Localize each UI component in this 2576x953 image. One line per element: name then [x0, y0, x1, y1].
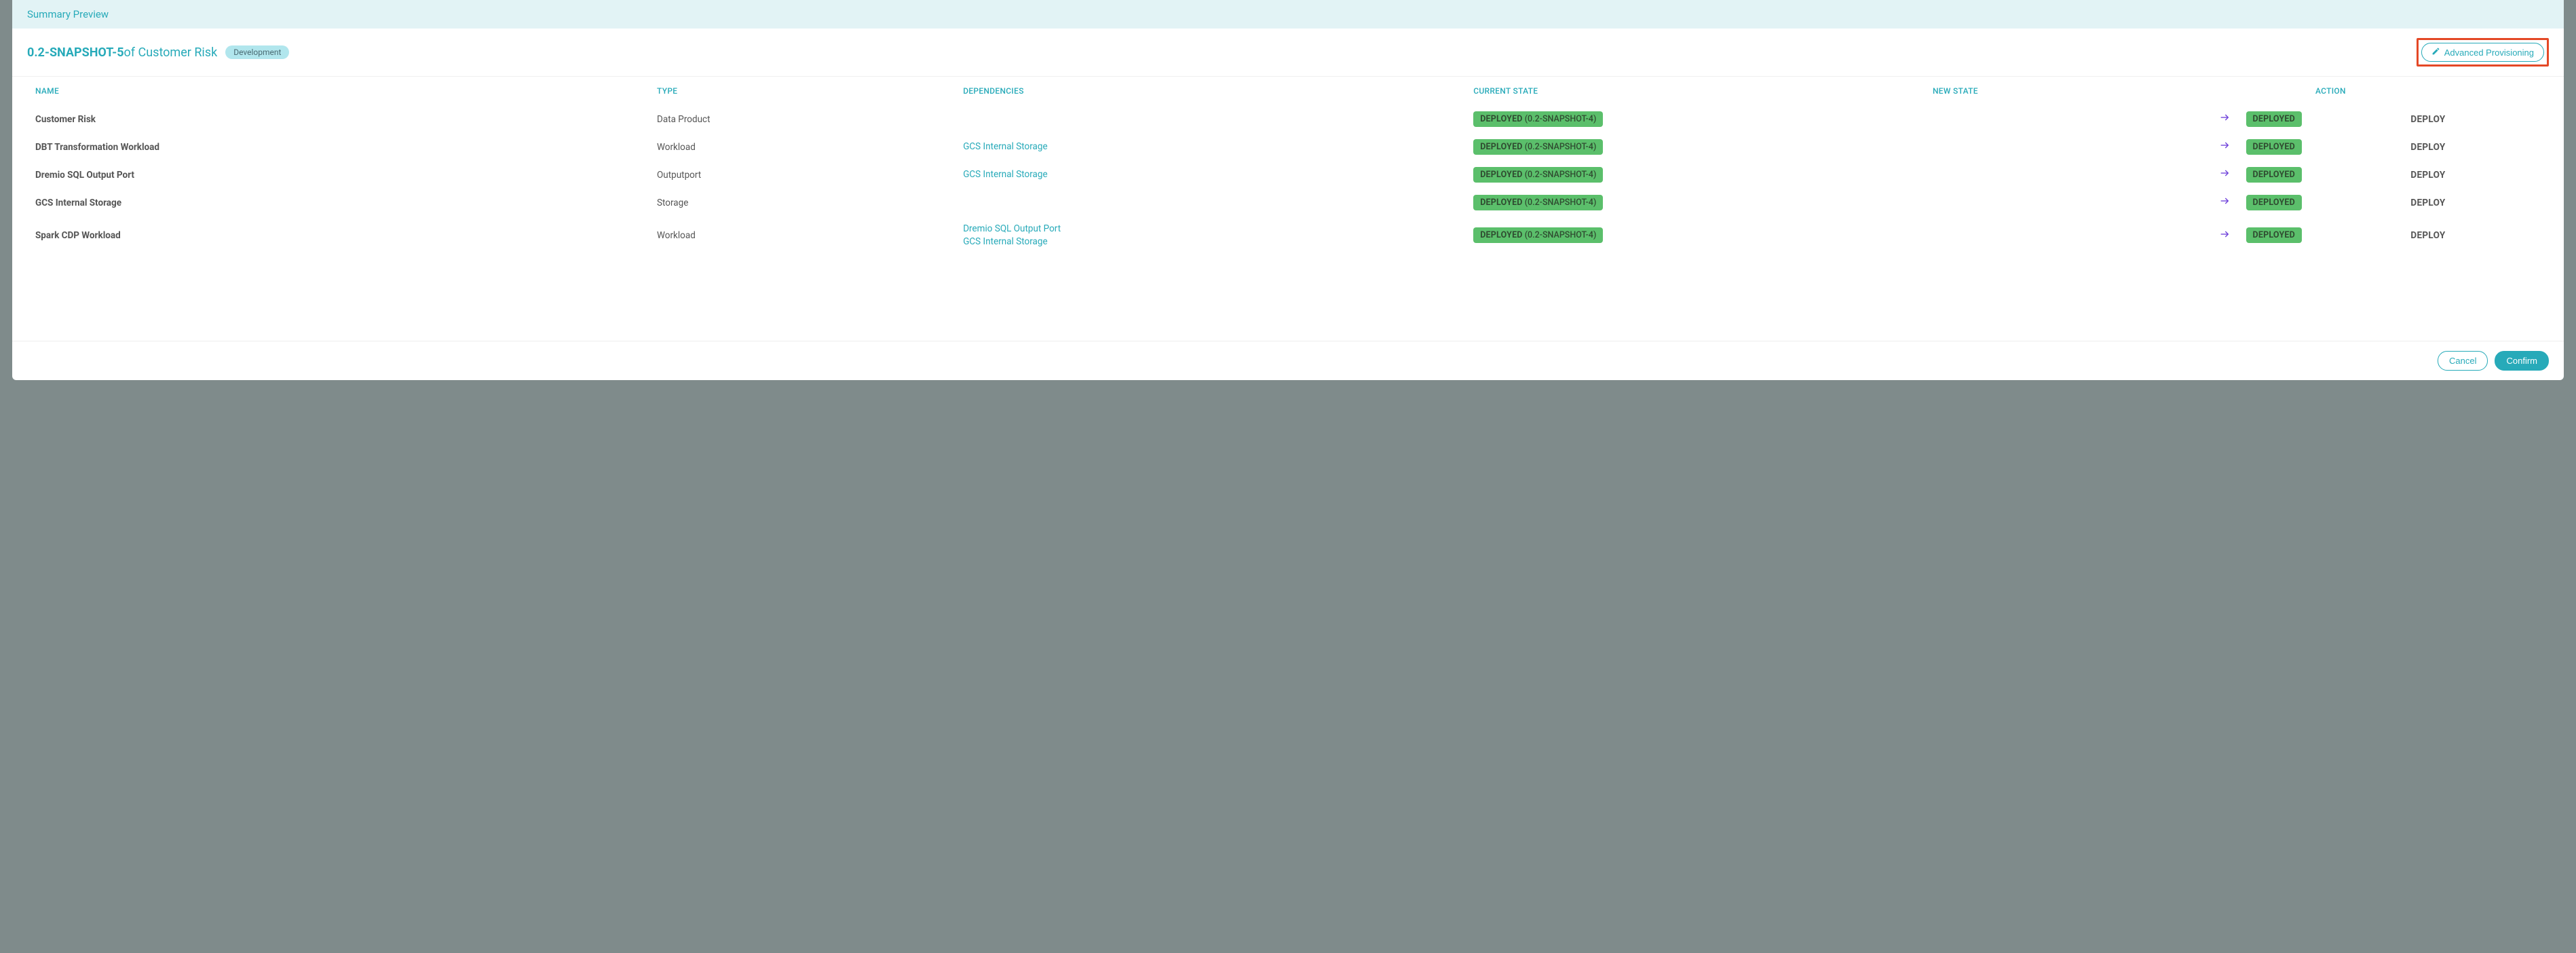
cell-new-state: DEPLOYED	[1926, 161, 2309, 189]
table-row: GCS Internal StorageStorage DEPLOYED (0.2…	[12, 189, 2564, 217]
column-header-current-state: CURRENT STATE	[1466, 77, 1926, 105]
advanced-provisioning-highlight: Advanced Provisioning	[2417, 38, 2549, 67]
cell-action: DEPLOY	[2309, 105, 2564, 133]
dependency-link[interactable]: GCS Internal Storage	[963, 168, 1460, 181]
cell-new-state: DEPLOYED	[1926, 189, 2309, 217]
arrow-right-icon	[2219, 140, 2230, 153]
cell-type: Workload	[650, 217, 956, 255]
cell-type: Data Product	[650, 105, 956, 133]
cell-current-state: DEPLOYED (0.2-SNAPSHOT-4)	[1466, 189, 1926, 217]
cell-action: DEPLOY	[2309, 133, 2564, 161]
status-badge: DEPLOYED (0.2-SNAPSHOT-4)	[1473, 167, 1603, 183]
arrow-right-icon	[2219, 168, 2230, 181]
status-badge: DEPLOYED	[2246, 227, 2302, 243]
cell-name: DBT Transformation Workload	[12, 133, 650, 161]
dialog-footer: Cancel Confirm	[12, 341, 2564, 380]
column-header-action: ACTION	[2309, 77, 2564, 105]
cell-current-state: DEPLOYED (0.2-SNAPSHOT-4)	[1466, 161, 1926, 189]
cancel-button[interactable]: Cancel	[2438, 351, 2488, 371]
dependency-link[interactable]: GCS Internal Storage	[963, 236, 1460, 248]
cell-name: Customer Risk	[12, 105, 650, 133]
preview-header: Summary Preview	[12, 0, 2564, 29]
arrow-right-icon	[2219, 112, 2230, 126]
status-badge: DEPLOYED (0.2-SNAPSHOT-4)	[1473, 111, 1603, 127]
table-row: Spark CDP WorkloadWorkloadDremio SQL Out…	[12, 217, 2564, 255]
environment-badge: Development	[225, 45, 289, 59]
status-badge: DEPLOYED (0.2-SNAPSHOT-4)	[1473, 227, 1603, 243]
dependency-link[interactable]: GCS Internal Storage	[963, 141, 1460, 153]
cell-action: DEPLOY	[2309, 161, 2564, 189]
cell-dependencies: GCS Internal Storage	[956, 133, 1466, 161]
cell-current-state: DEPLOYED (0.2-SNAPSHOT-4)	[1466, 105, 1926, 133]
cell-type: Workload	[650, 133, 956, 161]
status-badge: DEPLOYED	[2246, 195, 2302, 210]
snapshot-suffix: of Customer Risk	[124, 45, 218, 60]
confirm-button[interactable]: Confirm	[2495, 351, 2549, 371]
cell-dependencies: Dremio SQL Output PortGCS Internal Stora…	[956, 217, 1466, 255]
cell-dependencies: GCS Internal Storage	[956, 161, 1466, 189]
cell-type: Storage	[650, 189, 956, 217]
column-header-name: NAME	[12, 77, 650, 105]
summary-preview-dialog: Summary Preview 0.2-SNAPSHOT-5 of Custom…	[12, 0, 2564, 380]
advanced-provisioning-label: Advanced Provisioning	[2444, 48, 2534, 58]
cell-action: DEPLOY	[2309, 189, 2564, 217]
dependency-link[interactable]: Dremio SQL Output Port	[963, 223, 1460, 236]
cell-current-state: DEPLOYED (0.2-SNAPSHOT-4)	[1466, 217, 1926, 255]
table-row: Customer RiskData Product DEPLOYED (0.2-S…	[12, 105, 2564, 133]
provisioning-table: NAME TYPE DEPENDENCIES CURRENT STATE NEW…	[12, 77, 2564, 255]
advanced-provisioning-button[interactable]: Advanced Provisioning	[2421, 43, 2544, 62]
snapshot-version: 0.2-SNAPSHOT-5	[27, 45, 124, 60]
status-badge: DEPLOYED	[2246, 139, 2302, 155]
status-badge: DEPLOYED	[2246, 111, 2302, 127]
cell-new-state: DEPLOYED	[1926, 217, 2309, 255]
column-header-dependencies: DEPENDENCIES	[956, 77, 1466, 105]
cell-name: GCS Internal Storage	[12, 189, 650, 217]
status-badge: DEPLOYED	[2246, 167, 2302, 183]
column-header-new-state: NEW STATE	[1926, 77, 2309, 105]
table-header-row: NAME TYPE DEPENDENCIES CURRENT STATE NEW…	[12, 77, 2564, 105]
title-bar: 0.2-SNAPSHOT-5 of Customer Risk Developm…	[12, 29, 2564, 77]
table-row: Dremio SQL Output PortOutputport GCS Inte…	[12, 161, 2564, 189]
table-row: DBT Transformation WorkloadWorkload GCS I…	[12, 133, 2564, 161]
cell-new-state: DEPLOYED	[1926, 133, 2309, 161]
column-header-type: TYPE	[650, 77, 956, 105]
cell-new-state: DEPLOYED	[1926, 105, 2309, 133]
arrow-right-icon	[2219, 195, 2230, 209]
cell-type: Outputport	[650, 161, 956, 189]
status-badge: DEPLOYED (0.2-SNAPSHOT-4)	[1473, 139, 1603, 155]
preview-header-label: Summary Preview	[27, 8, 109, 20]
cell-dependencies	[956, 189, 1466, 217]
cell-action: DEPLOY	[2309, 217, 2564, 255]
pencil-icon	[2431, 47, 2440, 58]
cell-dependencies	[956, 105, 1466, 133]
arrow-right-icon	[2219, 229, 2230, 242]
cell-name: Spark CDP Workload	[12, 217, 650, 255]
cell-current-state: DEPLOYED (0.2-SNAPSHOT-4)	[1466, 133, 1926, 161]
status-badge: DEPLOYED (0.2-SNAPSHOT-4)	[1473, 195, 1603, 210]
cell-name: Dremio SQL Output Port	[12, 161, 650, 189]
